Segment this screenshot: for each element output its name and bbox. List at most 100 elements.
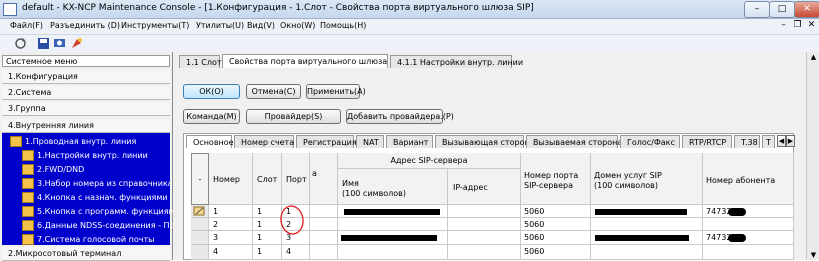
cell-name[interactable] <box>338 218 448 231</box>
vertical-scrollbar[interactable]: ▲ ▼ <box>806 52 819 260</box>
menu-view[interactable]: Вид(V) <box>247 21 275 30</box>
cell-number[interactable]: 3 <box>209 231 253 245</box>
save-icon[interactable] <box>37 37 50 50</box>
menu-file[interactable]: Файл(F) <box>10 21 43 30</box>
subtab-registration[interactable]: Регистрация <box>296 135 357 148</box>
sidebar-subitem-6[interactable]: 6.Данные NDSS-соединения - Посла <box>22 219 189 232</box>
cell-ip[interactable] <box>448 205 521 218</box>
subtab-basic[interactable]: Основное <box>186 135 234 148</box>
cell-ip[interactable] <box>448 245 521 260</box>
row-header[interactable] <box>191 245 209 260</box>
cell-slot[interactable]: 1 <box>253 245 282 260</box>
tab-scroll-left-button[interactable]: ◀ <box>777 135 786 147</box>
cell-cut[interactable] <box>310 205 338 218</box>
cell-number[interactable]: 1 <box>209 205 253 218</box>
subtab-nat[interactable]: NAT <box>356 135 384 148</box>
mdi-restore-button[interactable]: ❐ <box>792 20 803 31</box>
cell-port[interactable]: 4 <box>282 245 310 260</box>
menu-tools[interactable]: Инструменты(T) <box>121 21 189 30</box>
cell-cut[interactable] <box>310 231 338 245</box>
cell-cut[interactable] <box>310 218 338 231</box>
maximize-button[interactable]: □ <box>769 1 795 18</box>
col-header-ip[interactable]: IP-адрес <box>448 169 521 205</box>
row-header[interactable] <box>191 218 209 231</box>
cell-subscriber[interactable]: 74732 04 <box>703 205 794 218</box>
sidebar-subitem-1[interactable]: 1.Настройки внутр. линии <box>22 149 148 162</box>
minimize-button[interactable]: – <box>744 1 770 18</box>
col-header-number[interactable]: Номер <box>209 153 253 205</box>
subtab-option[interactable]: Вариант <box>386 135 433 148</box>
cell-number[interactable]: 4 <box>209 245 253 260</box>
sidebar-item-system[interactable]: 2.Система <box>2 86 170 100</box>
subtab-calling-party[interactable]: Вызывающая сторона <box>435 135 535 148</box>
cell-name[interactable] <box>338 245 448 260</box>
col-header-domain[interactable]: Домен услуг SIP (100 символов) <box>591 153 703 205</box>
subtab-called-party[interactable]: Вызываемая сторона <box>526 135 622 148</box>
page-icon <box>22 150 34 161</box>
scroll-down-arrow-icon[interactable]: ▼ <box>807 250 819 260</box>
scroll-up-arrow-icon[interactable]: ▲ <box>807 52 819 62</box>
subtab-t38[interactable]: T.38 <box>734 135 760 148</box>
cancel-button[interactable]: Отмена(C) <box>246 84 301 99</box>
cell-sip-port[interactable]: 5060 <box>521 245 591 260</box>
subtab-more[interactable]: T <box>762 135 775 148</box>
mdi-close-button[interactable]: ✕ <box>806 20 817 31</box>
tab-scroll-right-button[interactable]: ▶ <box>786 135 795 147</box>
tab-slot[interactable]: 1.1 Слот <box>179 55 222 68</box>
cell-sip-port[interactable]: 5060 <box>521 205 591 218</box>
menu-help[interactable]: Помощь(H) <box>320 21 366 30</box>
command-button[interactable]: Команда(M) <box>183 109 240 124</box>
col-header-sip-port[interactable]: Номер порта SIP-сервера <box>521 153 591 205</box>
tab-extension-settings[interactable]: 4.1.1 Настройки внутр. линии <box>390 55 523 68</box>
sidebar-subitem-2[interactable]: 2.FWD/DND <box>22 163 84 176</box>
cell-sip-port[interactable]: 5060 <box>521 231 591 245</box>
cell-sip-port[interactable]: 5060 <box>521 218 591 231</box>
cell-ip[interactable] <box>448 231 521 245</box>
sidebar-item-group[interactable]: 3.Группа <box>2 102 170 116</box>
col-header-name[interactable]: Имя (100 символов) <box>338 169 448 205</box>
cell-subscriber[interactable] <box>703 245 794 260</box>
cell-number[interactable]: 2 <box>209 218 253 231</box>
menu-window[interactable]: Окно(W) <box>280 21 315 30</box>
add-provider-button[interactable]: Добавить провайдера.(P) <box>346 109 454 124</box>
ok-button[interactable]: ОК(O) <box>183 84 240 99</box>
cell-domain[interactable] <box>591 231 703 245</box>
row-edit-icon[interactable] <box>191 205 209 218</box>
cell-name[interactable] <box>338 231 448 245</box>
cell-ip[interactable] <box>448 218 521 231</box>
tools-icon[interactable] <box>70 37 83 50</box>
sidebar-subitem-7[interactable]: 7.Система голосовой почты <box>22 233 154 246</box>
mdi-minimize-button[interactable]: – <box>778 20 789 31</box>
menu-utilities[interactable]: Утилиты(U) <box>196 21 244 30</box>
col-header-slot[interactable]: Слот <box>253 153 282 205</box>
subtab-account[interactable]: Номер счета <box>234 135 294 148</box>
provider-button[interactable]: Провайдер(S) <box>246 109 341 124</box>
apply-button[interactable]: Применить(A) <box>306 84 366 99</box>
col-header-subscriber[interactable]: Номер абонента <box>703 153 794 205</box>
close-button[interactable]: ✕ <box>794 1 819 18</box>
sidebar-item-configuration[interactable]: 1.Конфигурация <box>2 70 170 84</box>
cell-name[interactable] <box>338 205 448 218</box>
subtab-voice-fax[interactable]: Голос/Факс <box>620 135 680 148</box>
sidebar-item-extension[interactable]: 4.Внутренняя линия <box>2 119 170 133</box>
cell-subscriber[interactable] <box>703 218 794 231</box>
row-header[interactable] <box>191 231 209 245</box>
sidebar-subitem-5[interactable]: 5.Кнопка с программ. функциями <box>22 205 180 218</box>
sidebar-item-microcell[interactable]: 2.Микросотовый терминал <box>2 247 170 261</box>
cell-domain[interactable] <box>591 218 703 231</box>
col-header-port[interactable]: Порт <box>282 153 310 205</box>
cell-cut[interactable] <box>310 245 338 260</box>
tab-sip-gateway-port[interactable]: Свойства порта виртуального шлюза SIP <box>222 54 402 68</box>
cell-subscriber[interactable]: 74732 24 <box>703 231 794 245</box>
sidebar-subitem-3[interactable]: 3.Набор номера из справочника <box>22 177 173 190</box>
subtab-rtp-rtcp[interactable]: RTP/RTCP <box>682 135 732 148</box>
sidebar-subitem-4[interactable]: 4.Кнопка с назнач. функциями <box>22 191 168 204</box>
menu-disconnect[interactable]: Разъединить (D) <box>50 21 120 30</box>
cell-domain[interactable] <box>591 205 703 218</box>
connect-icon[interactable] <box>53 37 66 50</box>
cell-domain[interactable] <box>591 245 703 260</box>
sidebar-item-wired-extension[interactable]: 1.Проводная внутр. линия <box>10 135 136 148</box>
refresh-icon[interactable] <box>14 37 27 50</box>
sidebar-item-label: 6.Данные NDSS-соединения - Посла <box>37 221 189 230</box>
col-header-cut[interactable]: а <box>310 153 338 205</box>
